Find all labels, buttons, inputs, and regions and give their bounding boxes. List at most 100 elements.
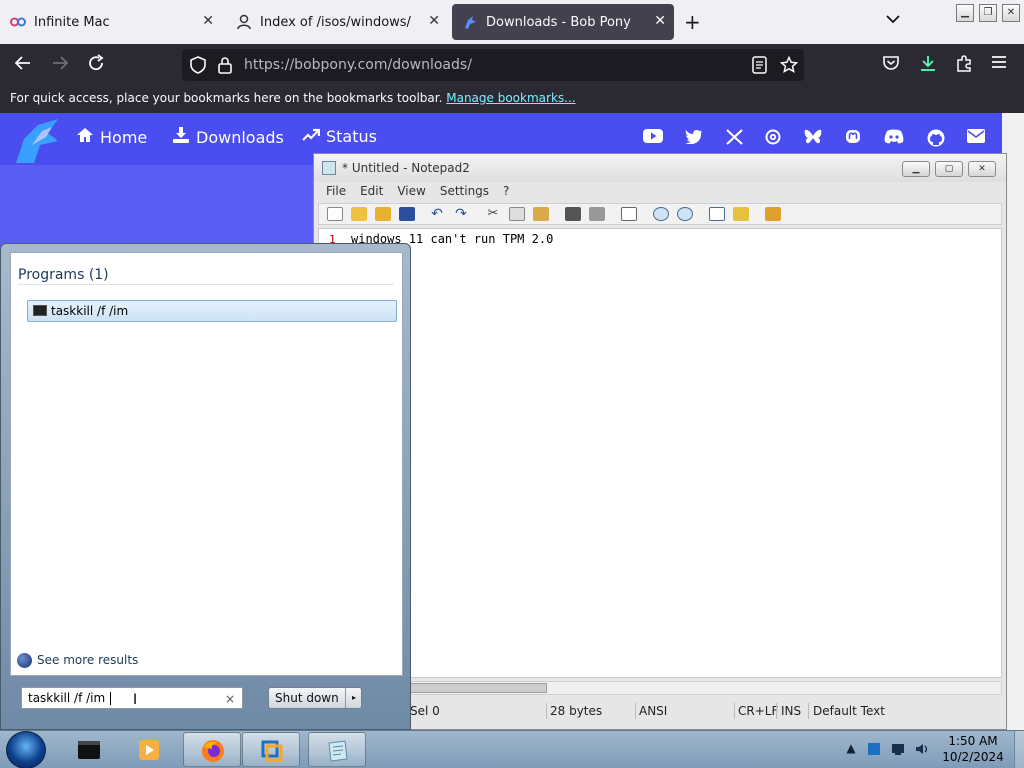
exit-icon[interactable] <box>765 207 781 221</box>
clock-date: 10/2/2024 <box>942 750 1004 764</box>
start-button[interactable] <box>6 731 46 768</box>
tab-infinite-mac[interactable]: Infinite Mac ✕ <box>0 4 222 40</box>
nav-home[interactable]: Home <box>76 127 147 147</box>
bobpony-logo[interactable] <box>12 117 62 165</box>
taskbar-vmware[interactable] <box>242 732 300 767</box>
browse-icon[interactable] <box>375 207 391 221</box>
undo-icon[interactable]: ↶ <box>429 207 445 221</box>
status-encoding[interactable]: ANSI <box>639 704 667 718</box>
lock-icon[interactable] <box>218 56 232 79</box>
pocket-icon[interactable] <box>882 54 900 77</box>
show-hidden-icons-icon[interactable]: ▲ <box>843 741 859 757</box>
menu-edit[interactable]: Edit <box>360 182 383 202</box>
menu-settings[interactable]: Settings <box>440 182 489 202</box>
vmware-tray-icon[interactable] <box>866 741 882 757</box>
zoom-in-icon[interactable] <box>653 207 669 221</box>
media-player-icon <box>139 740 159 760</box>
volume-icon[interactable] <box>914 741 930 757</box>
taskbar-command-prompt[interactable] <box>60 732 118 767</box>
status-scheme[interactable]: Default Text <box>813 704 885 718</box>
scheme-icon[interactable] <box>709 207 725 221</box>
bobpony-icon <box>462 14 478 30</box>
nav-downloads[interactable]: Downloads <box>172 127 284 147</box>
chevron-down-icon[interactable] <box>886 12 900 28</box>
shut-down-button[interactable]: Shut down ▸ <box>268 687 362 709</box>
see-more-results-link[interactable]: See more results <box>17 653 139 668</box>
tab-downloads-bob-pony[interactable]: Downloads - Bob Pony ✕ <box>452 4 674 40</box>
close-button[interactable]: ✕ <box>1002 4 1020 22</box>
x-icon[interactable] <box>724 129 744 147</box>
word-wrap-icon[interactable] <box>621 207 637 221</box>
horizontal-scrollbar[interactable] <box>318 681 1002 695</box>
close-icon[interactable]: ✕ <box>654 13 666 29</box>
close-button[interactable]: ✕ <box>968 161 996 177</box>
result-label: taskkill /f /im <box>51 304 129 318</box>
menu-view[interactable]: View <box>397 182 425 202</box>
open-folder-icon[interactable] <box>351 207 367 221</box>
hamburger-menu-icon[interactable] <box>991 54 1007 75</box>
github-icon[interactable] <box>926 129 946 147</box>
notepad-menubar: File Edit View Settings ? <box>314 182 1006 202</box>
menu-help[interactable]: ? <box>503 182 509 202</box>
taskbar-media-player[interactable] <box>120 732 178 767</box>
downloads-icon[interactable] <box>919 54 937 77</box>
shut-down-label: Shut down <box>275 691 339 705</box>
notepad2-icon <box>328 740 348 762</box>
minimize-button[interactable]: ▁ <box>902 161 930 177</box>
menu-file[interactable]: File <box>326 182 346 202</box>
trending-up-icon <box>302 127 321 146</box>
copy-icon[interactable] <box>509 207 525 221</box>
twitter-icon[interactable] <box>684 129 704 147</box>
close-icon[interactable]: ✕ <box>428 13 440 29</box>
restore-button[interactable]: ❐ <box>979 4 997 22</box>
save-icon[interactable] <box>399 207 415 221</box>
browser-tab-bar: Infinite Mac ✕ Index of /isos/windows/ ✕… <box>0 0 1024 44</box>
new-file-icon[interactable] <box>327 207 343 221</box>
redo-icon[interactable]: ↷ <box>453 207 469 221</box>
zoom-out-icon[interactable] <box>677 207 693 221</box>
reload-icon[interactable] <box>87 54 105 77</box>
paste-icon[interactable] <box>533 207 549 221</box>
notepad-titlebar[interactable]: * Untitled - Notepad2 ▁ ▢ ✕ <box>314 154 1006 182</box>
discord-icon[interactable] <box>884 129 904 147</box>
find-icon[interactable] <box>565 207 581 221</box>
plus-icon[interactable]: + <box>684 10 701 34</box>
extensions-icon[interactable] <box>955 54 973 77</box>
start-search-input[interactable]: taskkill /f /im <box>21 687 243 709</box>
threads-icon[interactable] <box>763 129 783 147</box>
taskbar-notepad2[interactable] <box>308 732 366 767</box>
close-icon[interactable]: ✕ <box>202 13 214 29</box>
see-more-label: See more results <box>37 653 139 667</box>
email-icon[interactable] <box>966 129 986 147</box>
cut-icon[interactable]: ✂ <box>485 207 501 221</box>
manage-bookmarks-link[interactable]: Manage bookmarks... <box>446 91 575 105</box>
tab-index-isos[interactable]: Index of /isos/windows/ ✕ <box>226 4 448 40</box>
forward-arrow-icon[interactable] <box>51 54 69 77</box>
youtube-icon[interactable] <box>643 129 663 147</box>
search-result-item[interactable]: taskkill /f /im <box>27 300 397 322</box>
customize-scheme-icon[interactable] <box>733 207 749 221</box>
minimize-button[interactable]: ▁ <box>956 4 974 22</box>
system-clock[interactable]: 1:50 AM 10/2/2024 <box>937 733 1009 765</box>
network-icon[interactable] <box>890 741 906 757</box>
url-bar[interactable]: https://bobpony.com/downloads/ <box>182 49 804 81</box>
firefox-icon <box>202 740 224 762</box>
shield-icon[interactable] <box>190 56 206 79</box>
status-size: 28 bytes <box>550 704 603 718</box>
nav-label: Status <box>326 127 377 146</box>
bluesky-icon[interactable] <box>803 129 823 147</box>
show-desktop-button[interactable] <box>1014 731 1024 768</box>
taskbar-firefox[interactable] <box>183 732 241 767</box>
status-eol[interactable]: CR+LF <box>738 704 778 718</box>
reader-view-icon[interactable] <box>752 56 768 79</box>
star-icon[interactable] <box>779 55 799 79</box>
shut-down-options-arrow[interactable]: ▸ <box>345 688 362 708</box>
back-arrow-icon[interactable] <box>14 54 32 77</box>
mastodon-icon[interactable] <box>843 129 863 147</box>
nav-status[interactable]: Status <box>302 127 377 146</box>
replace-icon[interactable] <box>589 207 605 221</box>
notepad2-icon <box>322 161 336 175</box>
notepad-editor[interactable]: 1 windows 11 can't run TPM 2.0 <box>318 228 1002 678</box>
clear-search-icon[interactable]: × <box>225 692 235 706</box>
maximize-button[interactable]: ▢ <box>935 161 963 177</box>
